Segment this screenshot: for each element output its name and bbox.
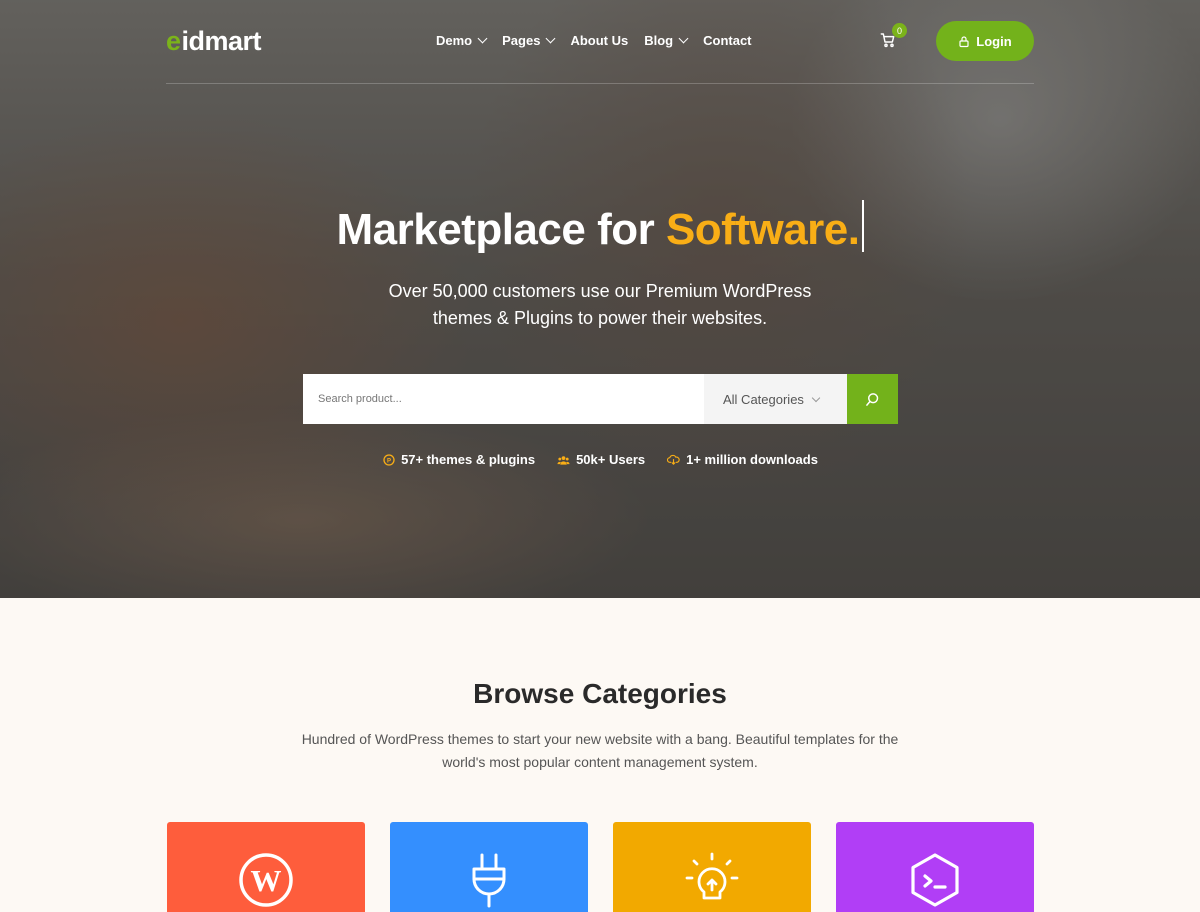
nav-item-demo[interactable]: Demo [436, 33, 488, 48]
category-cards: W [167, 822, 1034, 912]
stat-themes: P 57+ themes & plugins [382, 452, 535, 467]
hero-subtitle: Over 50,000 customers use our Premium Wo… [388, 281, 812, 328]
section-title: Browse Categories [473, 678, 727, 709]
users-icon [557, 453, 570, 466]
nav-label: Demo [436, 33, 473, 48]
svg-text:W: W [251, 863, 282, 898]
nav-item-pages[interactable]: Pages [502, 33, 556, 48]
stat-label: 57+ themes & plugins [401, 452, 536, 467]
login-button[interactable]: Login [936, 21, 1034, 61]
cart-count-badge: 0 [892, 23, 907, 38]
hero-title-accent: Software. [665, 205, 860, 254]
hero-section: e idmart Demo Pages About Us Blog Contact… [0, 0, 1200, 598]
category-card-plugins[interactable] [390, 822, 588, 912]
category-card-ideas[interactable] [613, 822, 811, 912]
p-coin-icon: P [382, 453, 395, 466]
stat-label: 50k+ Users [576, 452, 646, 467]
typing-caret [861, 200, 864, 252]
chevron-down-icon [477, 33, 488, 44]
login-label: Login [976, 33, 1012, 49]
hero-title: Marketplace for Software. [0, 200, 1200, 255]
chevron-down-icon [545, 33, 556, 44]
nav-label: Pages [502, 33, 541, 48]
stat-users: 50k+ Users [557, 452, 645, 467]
main-nav: Demo Pages About Us Blog Contact [436, 33, 768, 48]
section-description: Hundred of WordPress themes to start you… [301, 731, 899, 770]
category-select[interactable]: All Categories [704, 374, 847, 424]
nav-label: Blog [644, 33, 674, 48]
search-button[interactable] [847, 374, 898, 424]
chevron-down-icon [678, 33, 689, 44]
logo[interactable]: e idmart [166, 26, 262, 57]
svg-text:P: P [387, 458, 391, 464]
cloud-download-icon [667, 453, 680, 466]
lock-icon [959, 35, 969, 47]
stat-label: 1+ million downloads [686, 452, 818, 467]
logo-text: idmart [181, 26, 262, 56]
hero-title-main: Marketplace for [336, 205, 666, 254]
nav-item-about-us[interactable]: About Us [570, 33, 628, 48]
category-card-wordpress[interactable]: W [167, 822, 365, 912]
browse-categories-section: Browse Categories Hundred of WordPress t… [0, 598, 1200, 912]
logo-mark: e [166, 26, 181, 56]
nav-item-contact[interactable]: Contact [703, 33, 751, 48]
header-divider [166, 83, 1034, 84]
nav-label: Contact [703, 33, 752, 48]
nav-label: About Us [570, 33, 629, 48]
nav-item-blog[interactable]: Blog [644, 33, 689, 48]
hero-stats: P 57+ themes & plugins 50k+ Users 1+ mil… [0, 452, 1200, 467]
chevron-down-icon [811, 393, 821, 403]
search-icon [866, 392, 879, 406]
stat-downloads: 1+ million downloads [667, 452, 818, 467]
search-input[interactable] [303, 374, 704, 424]
site-header: e idmart Demo Pages About Us Blog Contact… [166, 20, 1034, 62]
product-search-bar: All Categories [303, 374, 898, 424]
category-select-value: All Categories [723, 391, 804, 407]
category-card-scripts[interactable] [836, 822, 1034, 912]
